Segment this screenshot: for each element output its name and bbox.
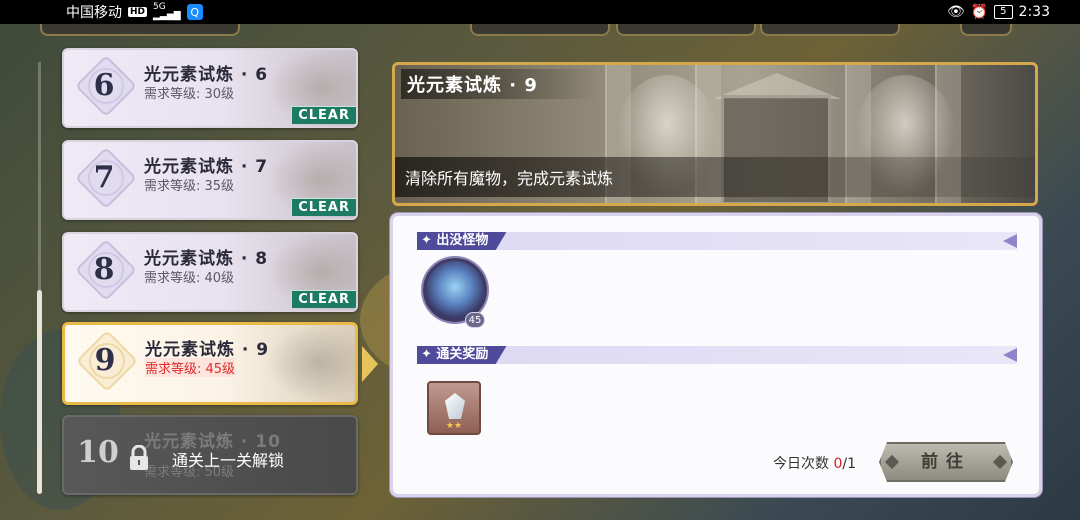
header-resource-2 <box>616 24 756 36</box>
unlock-hint: 通关上一关解锁 <box>172 451 285 470</box>
monsters-section-header: ✦ 出没怪物 <box>417 232 1017 250</box>
level-number: 10 <box>77 435 119 470</box>
stage-banner: 光元素试炼 · 9 清除所有魔物，完成元素试炼 <box>392 62 1038 206</box>
card-background-art <box>265 325 355 401</box>
level-card-8[interactable]: 8 光元素试炼 · 8 需求等级: 40级 CLEAR <box>62 232 358 312</box>
header-player-panel[interactable] <box>40 24 240 36</box>
alarm-icon: ⏰ <box>970 4 989 20</box>
header-resource-1 <box>470 24 610 36</box>
battery-icon: 5 <box>994 5 1013 19</box>
level-number: 6 <box>93 68 115 103</box>
stage-description: 清除所有魔物，完成元素试炼 <box>395 157 1035 197</box>
monsters-section-label: ✦ 出没怪物 <box>417 232 507 250</box>
monster-level-badge: 45 <box>465 312 485 328</box>
selection-arrow-icon <box>362 346 378 382</box>
level-title: 光元素试炼 · 9 <box>145 340 270 360</box>
lock-icon <box>130 445 148 470</box>
rarity-stars-icon: ★★ <box>445 421 463 431</box>
carrier-label: 中国移动 <box>66 5 122 21</box>
level-card-6[interactable]: 6 光元素试炼 · 6 需求等级: 30级 CLEAR <box>62 48 358 128</box>
crystal-icon <box>445 393 465 419</box>
level-title: 光元素试炼 · 6 <box>144 65 269 85</box>
header-resource-3 <box>760 24 900 36</box>
level-requirement-unmet: 需求等级: 45级 <box>145 358 236 377</box>
reward-item[interactable]: ★★ <box>427 381 481 435</box>
clear-badge: CLEAR <box>291 198 356 216</box>
go-button-label: 前往 <box>921 452 971 472</box>
network-type: 5G <box>153 2 166 12</box>
monsters-section-text: 出没怪物 <box>436 233 489 248</box>
status-bar: 中国移动 HD 5G ▂▃▅▇ Q 👁 ⏰ 5 2:33 <box>0 0 1080 24</box>
level-card-7[interactable]: 7 光元素试炼 · 7 需求等级: 35级 CLEAR <box>62 140 358 220</box>
clock: 2:33 <box>1018 4 1050 20</box>
level-requirement: 需求等级: 40级 <box>144 271 235 286</box>
daily-count: 今日次数 0/1 <box>773 453 856 473</box>
level-number: 9 <box>94 343 116 378</box>
level-requirement: 需求等级: 30级 <box>144 87 235 102</box>
header-menu-button[interactable] <box>960 24 1012 36</box>
signal-icon: 5G ▂▃▅▇ <box>153 2 181 21</box>
daily-count-total: /1 <box>842 456 856 472</box>
stage-info-panel: ✦ 出没怪物 45 ✦ 通关奖励 ★★ 今日次数 0/1 前往 <box>390 213 1042 497</box>
level-title: 光元素试炼 · 8 <box>144 249 269 269</box>
level-card-10-locked[interactable]: 10 光元素试炼 · 10 需求等级: 50级 通关上一关解锁 <box>62 415 358 495</box>
section-end-icon <box>1003 234 1017 248</box>
rewards-section-text: 通关奖励 <box>436 347 489 362</box>
eye-icon: 👁 <box>946 4 965 20</box>
app-notification-icon: Q <box>186 4 203 20</box>
level-title: 光元素试炼 · 7 <box>144 157 269 177</box>
clear-badge: CLEAR <box>291 106 356 124</box>
stage-title: 光元素试炼 · 9 <box>401 69 598 99</box>
level-card-9-selected[interactable]: 9 光元素试炼 · 9 需求等级: 45级 <box>62 322 358 405</box>
section-end-icon <box>1003 348 1017 362</box>
rewards-section-header: ✦ 通关奖励 <box>417 346 1017 364</box>
go-button[interactable]: 前往 <box>879 442 1013 482</box>
clear-badge: CLEAR <box>291 290 356 308</box>
level-number: 7 <box>93 160 115 195</box>
level-number: 8 <box>93 252 115 287</box>
level-requirement: 需求等级: 35级 <box>144 179 235 194</box>
hd-icon: HD <box>128 7 148 17</box>
level-list-scroll-thumb[interactable] <box>37 290 42 494</box>
rewards-section-label: ✦ 通关奖励 <box>417 346 507 364</box>
daily-count-label: 今日次数 <box>773 456 829 472</box>
